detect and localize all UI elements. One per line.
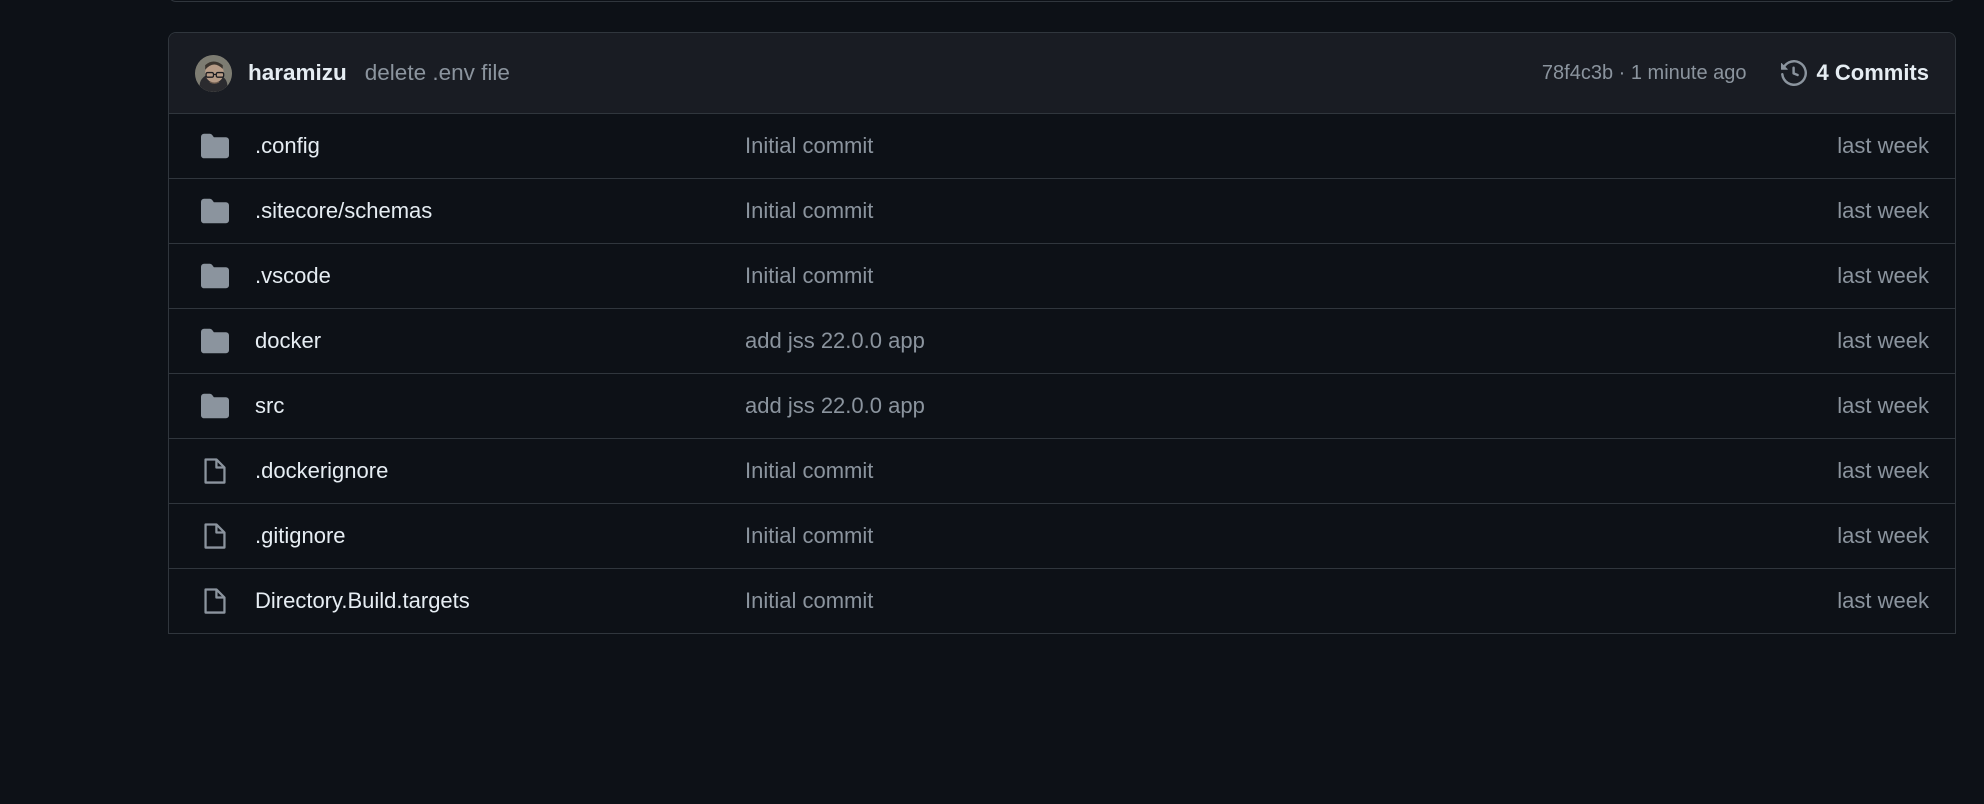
row-commit-message[interactable]: Initial commit [745,588,1813,614]
table-row[interactable]: .config Initial commit last week [169,114,1955,179]
table-row[interactable]: .dockerignore Initial commit last week [169,439,1955,504]
row-commit-message[interactable]: add jss 22.0.0 app [745,328,1813,354]
previous-panel-edge [168,0,1956,2]
file-name-link[interactable]: src [255,393,745,419]
table-row[interactable]: src add jss 22.0.0 app last week [169,374,1955,439]
row-commit-message[interactable]: Initial commit [745,458,1813,484]
file-name-link[interactable]: Directory.Build.targets [255,588,745,614]
row-commit-age: last week [1837,588,1929,613]
row-commit-message[interactable]: add jss 22.0.0 app [745,393,1813,419]
file-icon [201,587,229,615]
folder-icon [201,197,229,225]
avatar[interactable] [195,54,232,92]
file-name-link[interactable]: .dockerignore [255,458,745,484]
table-row[interactable]: docker add jss 22.0.0 app last week [169,309,1955,374]
row-commit-age: last week [1837,393,1929,418]
file-icon [201,522,229,550]
history-icon [1780,60,1807,86]
commits-count-label: 4 Commits [1816,60,1929,85]
row-commit-age: last week [1837,263,1929,288]
file-name-link[interactable]: .vscode [255,263,745,289]
commits-history-link[interactable]: 4 Commits [1780,60,1929,86]
table-row[interactable]: .gitignore Initial commit last week [169,504,1955,569]
file-name-link[interactable]: .config [255,133,745,159]
file-name-link[interactable]: docker [255,328,745,354]
file-listing-table: haramizu delete .env file 78f4c3b · 1 mi… [168,32,1956,634]
repository-file-browser: haramizu delete .env file 78f4c3b · 1 mi… [0,0,1984,804]
row-commit-age: last week [1837,133,1929,158]
latest-commit-message[interactable]: delete .env file [365,60,510,86]
file-icon [201,457,229,485]
table-row[interactable]: .sitecore/schemas Initial commit last we… [169,179,1955,244]
commit-hash-and-time[interactable]: 78f4c3b · 1 minute ago [1542,62,1747,85]
row-commit-message[interactable]: Initial commit [745,198,1813,224]
row-commit-age: last week [1837,458,1929,483]
file-name-link[interactable]: .sitecore/schemas [255,198,745,224]
row-commit-message[interactable]: Initial commit [745,263,1813,289]
folder-icon [201,132,229,160]
latest-commit-header: haramizu delete .env file 78f4c3b · 1 mi… [169,33,1955,114]
file-name-link[interactable]: .gitignore [255,523,745,549]
folder-icon [201,392,229,420]
row-commit-message[interactable]: Initial commit [745,133,1813,159]
row-commit-age: last week [1837,523,1929,548]
table-row[interactable]: .vscode Initial commit last week [169,244,1955,309]
folder-icon [201,327,229,355]
row-commit-age: last week [1837,198,1929,223]
row-commit-message[interactable]: Initial commit [745,523,1813,549]
table-row[interactable]: Directory.Build.targets Initial commit l… [169,569,1955,634]
row-commit-age: last week [1837,328,1929,353]
folder-icon [201,262,229,290]
commit-author-name[interactable]: haramizu [248,60,347,86]
